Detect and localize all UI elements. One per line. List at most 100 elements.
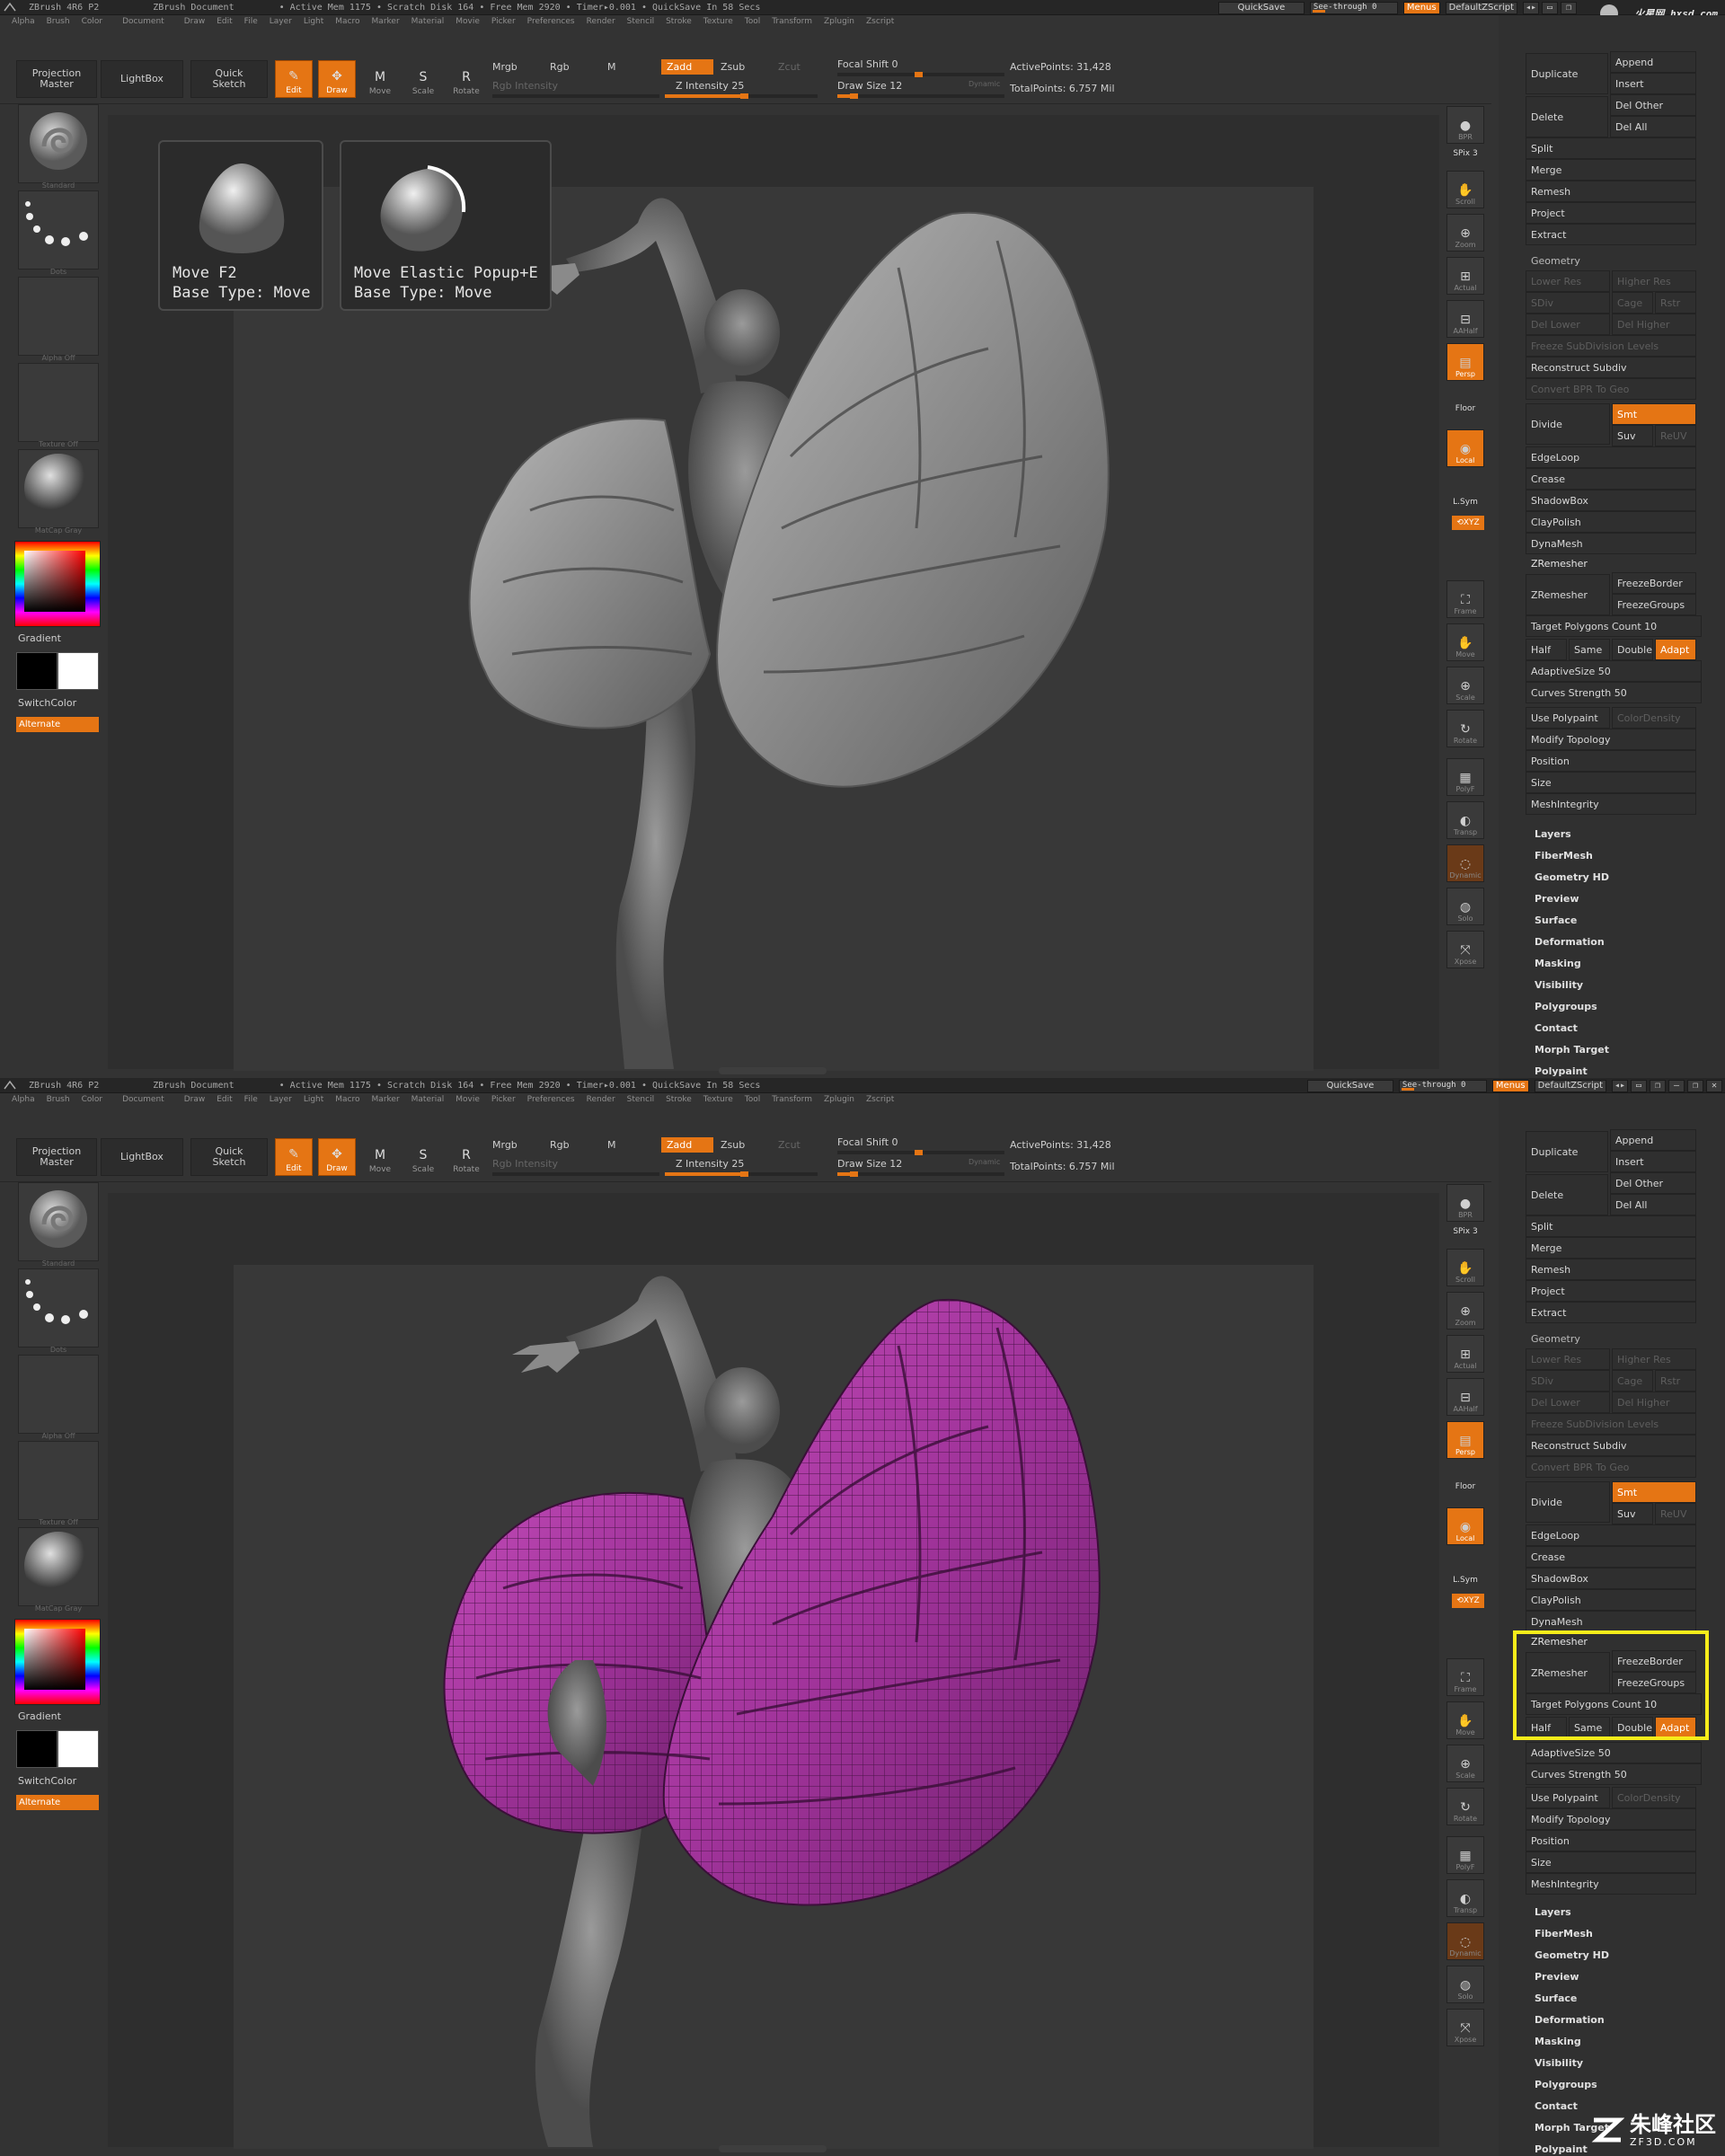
rgb-intensity-slider[interactable]: Rgb Intensity [492,1158,558,1170]
menu-item[interactable]: Macro [335,1095,359,1104]
edgeloop-header[interactable]: EdgeLoop [1526,446,1696,468]
menu-item[interactable]: Texture [703,17,733,26]
project-button[interactable]: Project [1526,1280,1696,1302]
tray-toggle-icon[interactable]: ◂▸ [1612,1079,1628,1092]
xpose-button[interactable]: ⤧ Xpose [1446,2009,1484,2046]
draw-size-slider[interactable]: Draw Size 12 [837,1158,902,1170]
adaptive-size-slider[interactable]: AdaptiveSize 50 [1526,660,1702,682]
restore-icon[interactable]: ❐ [1650,1079,1666,1092]
split-button[interactable]: Split [1526,137,1696,159]
insert-button[interactable]: Insert [1610,73,1696,94]
position-header[interactable]: Position [1526,750,1696,772]
zremesher-header[interactable]: ZRemesher [1531,558,1588,570]
menu-item[interactable]: Transform [772,17,812,26]
alternate-button[interactable]: Alternate [16,1795,99,1810]
del-lower-button[interactable]: Del Lower [1526,1392,1610,1413]
subpalette-morph-target[interactable]: Morph Target [1535,1039,1609,1061]
mrgb-toggle[interactable]: Mrgb [492,1139,518,1151]
dynamesh-header[interactable]: DynaMesh [1526,1611,1696,1632]
crease-header[interactable]: Crease [1526,1546,1696,1568]
brush-thumbnail[interactable] [18,1182,99,1261]
rotate-button[interactable]: R Rotate [447,60,485,98]
reuv-toggle[interactable]: ReUV [1655,425,1696,446]
frame-button[interactable]: ⛶ Frame [1446,1658,1484,1696]
modify-topology-header[interactable]: Modify Topology [1526,729,1696,750]
menu-item[interactable]: Zplugin [824,1095,854,1104]
rgb-toggle[interactable]: Rgb [550,1139,570,1151]
stroke-thumbnail[interactable] [18,1268,99,1348]
lower-res-button[interactable]: Lower Res [1526,1348,1610,1370]
crease-header[interactable]: Crease [1526,468,1696,490]
color-density-slider[interactable]: ColorDensity [1612,707,1696,729]
subpalette-visibility[interactable]: Visibility [1535,2053,1609,2074]
menu-item[interactable]: Render [587,17,615,26]
focal-shift-track[interactable] [837,72,1004,77]
subpalette-visibility[interactable]: Visibility [1535,975,1609,996]
menu-item[interactable]: Render [587,1095,615,1104]
solo-button[interactable]: ◍ Solo [1446,1966,1484,2003]
double-button[interactable]: Double [1612,639,1653,660]
use-polypaint-toggle[interactable]: Use Polypaint [1526,707,1610,729]
menu-item[interactable]: Picker [491,17,516,26]
duplicate-button[interactable]: Duplicate [1526,1131,1608,1172]
zsub-toggle[interactable]: Zsub [721,61,745,73]
actual-button[interactable]: ⊞ Actual [1446,1335,1484,1373]
switch-color-button[interactable]: SwitchColor [18,1775,76,1787]
actual-button[interactable]: ⊞ Actual [1446,257,1484,295]
subpalette-fibermesh[interactable]: FiberMesh [1535,845,1609,867]
texture-thumbnail[interactable] [18,363,99,442]
persp-button[interactable]: ▤ Persp [1446,1421,1484,1459]
menu-item[interactable]: Zplugin [824,17,854,26]
reconstruct-subdiv-button[interactable]: Reconstruct Subdiv [1526,357,1696,378]
z-intensity-track[interactable] [665,93,818,99]
canvas-scroll-handle[interactable] [719,1067,827,1074]
lsym-button[interactable]: L.Sym [1446,498,1484,507]
color-picker-field[interactable] [24,551,85,612]
geometry-subpalette-header[interactable]: Geometry [1531,255,1580,267]
menu-item[interactable]: Stencil [627,17,654,26]
rotate-button[interactable]: R Rotate [447,1138,485,1176]
menu-item[interactable]: Macro [335,17,359,26]
ghost-button[interactable]: ◌ Dynamic [1446,844,1484,882]
subpalette-polygroups[interactable]: Polygroups [1535,2074,1609,2096]
brush-popup-move[interactable]: Move F2 Base Type: Move [158,140,323,311]
menu-item[interactable]: Brush [47,17,70,26]
menu-item[interactable]: Tool [745,1095,760,1104]
edit-button[interactable]: ✎ Edit [275,60,313,98]
subpalette-deformation[interactable]: Deformation [1535,932,1609,953]
default-zscript-button[interactable]: DefaultZScript [1534,1079,1606,1092]
zadd-toggle[interactable]: Zadd [661,59,713,75]
sdiv-slider[interactable]: SDiv [1526,1370,1610,1392]
color-picker[interactable] [14,1619,101,1705]
subpalette-masking[interactable]: Masking [1535,2031,1609,2053]
move-button[interactable]: M Move [361,60,399,98]
bpr-button[interactable]: ● BPR [1446,106,1484,144]
curves-strength-slider[interactable]: Curves Strength 50 [1526,682,1702,703]
reuv-toggle[interactable]: ReUV [1655,1503,1696,1524]
scroll-button[interactable]: ✋ Scroll [1446,171,1484,208]
claypolish-header[interactable]: ClayPolish [1526,511,1696,533]
secondary-color-swatch[interactable] [16,1730,58,1768]
same-button[interactable]: Same [1569,639,1610,660]
rgb-intensity-track[interactable] [492,94,659,98]
move-button[interactable]: M Move [361,1138,399,1176]
alternate-button[interactable]: Alternate [16,717,99,732]
scale-button[interactable]: S Scale [404,60,442,98]
menu-item[interactable]: Picker [491,1095,516,1104]
restore-icon[interactable]: ❐ [1561,1,1577,14]
main-color-swatch[interactable] [58,1730,99,1768]
minimize-window-icon[interactable]: – [1668,1079,1685,1092]
edit-button[interactable]: ✎ Edit [275,1138,313,1176]
shelf-scale-button[interactable]: ⊕ Scale [1446,667,1484,704]
stroke-thumbnail[interactable] [18,190,99,270]
material-thumbnail[interactable] [18,1527,99,1606]
transp-button[interactable]: ◐ Transp [1446,801,1484,839]
menus-button[interactable]: Menus [1402,1,1440,14]
lightbox-button[interactable]: LightBox [101,60,183,98]
persp-button[interactable]: ▤ Persp [1446,343,1484,381]
m-toggle[interactable]: M [607,61,616,73]
del-other-button[interactable]: Del Other [1610,94,1696,116]
size-header[interactable]: Size [1526,1851,1696,1873]
menu-item[interactable]: Movie [456,17,480,26]
zcut-toggle[interactable]: Zcut [778,1139,801,1151]
